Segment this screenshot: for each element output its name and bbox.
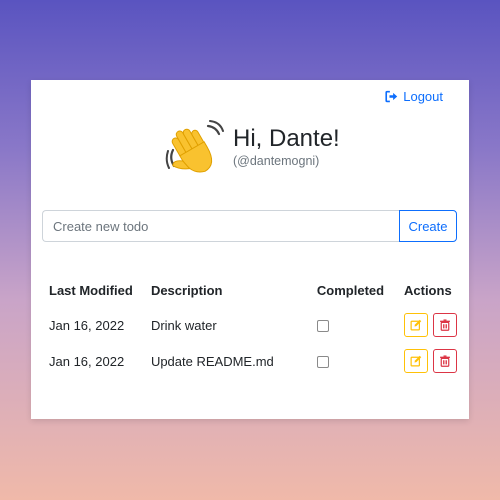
todo-table: Last Modified Description Completed Acti… xyxy=(42,273,457,379)
completed-cell xyxy=(310,343,397,379)
column-header-completed: Completed xyxy=(316,282,385,298)
actions-cell xyxy=(397,307,457,343)
greeting-text: Hi, Dante! (@dantemogni) xyxy=(233,124,340,169)
delete-button[interactable] xyxy=(433,313,457,337)
trash-icon xyxy=(440,319,450,331)
edit-button[interactable] xyxy=(404,349,428,373)
edit-icon xyxy=(410,355,422,367)
logout-icon xyxy=(385,90,398,103)
table-row: Jan 16, 2022 Update README.md xyxy=(42,343,457,379)
completed-cell xyxy=(310,307,397,343)
description-cell: Update README.md xyxy=(150,353,274,369)
logout-link[interactable]: Logout xyxy=(385,89,443,104)
new-todo-input[interactable] xyxy=(42,210,399,242)
greeting: Hi, Dante! (@dantemogni) xyxy=(165,120,340,180)
column-header-description: Description xyxy=(150,282,223,298)
waving-hand-icon xyxy=(165,120,225,180)
create-todo-form: Create xyxy=(42,210,457,242)
last-modified-cell: Jan 16, 2022 xyxy=(49,317,125,333)
delete-button[interactable] xyxy=(433,349,457,373)
trash-icon xyxy=(440,355,450,367)
actions-cell xyxy=(397,343,457,379)
table-header-row: Last Modified Description Completed Acti… xyxy=(42,273,457,307)
completed-checkbox[interactable] xyxy=(316,356,329,369)
table-row: Jan 16, 2022 Drink water xyxy=(42,307,457,343)
create-button[interactable]: Create xyxy=(399,210,457,242)
description-cell: Drink water xyxy=(150,317,217,333)
last-modified-cell: Jan 16, 2022 xyxy=(49,353,125,369)
edit-button[interactable] xyxy=(404,313,428,337)
column-header-last-modified: Last Modified xyxy=(49,282,133,298)
greeting-title: Hi, Dante! xyxy=(233,124,340,152)
edit-icon xyxy=(410,319,422,331)
todo-card: Logout Hi, Dante! (@dantemogni) Create n… xyxy=(31,80,469,419)
completed-checkbox[interactable] xyxy=(316,320,329,333)
column-header-actions: Actions xyxy=(404,282,452,298)
logout-label: Logout xyxy=(403,89,443,104)
user-handle: (@dantemogni) xyxy=(233,154,320,169)
